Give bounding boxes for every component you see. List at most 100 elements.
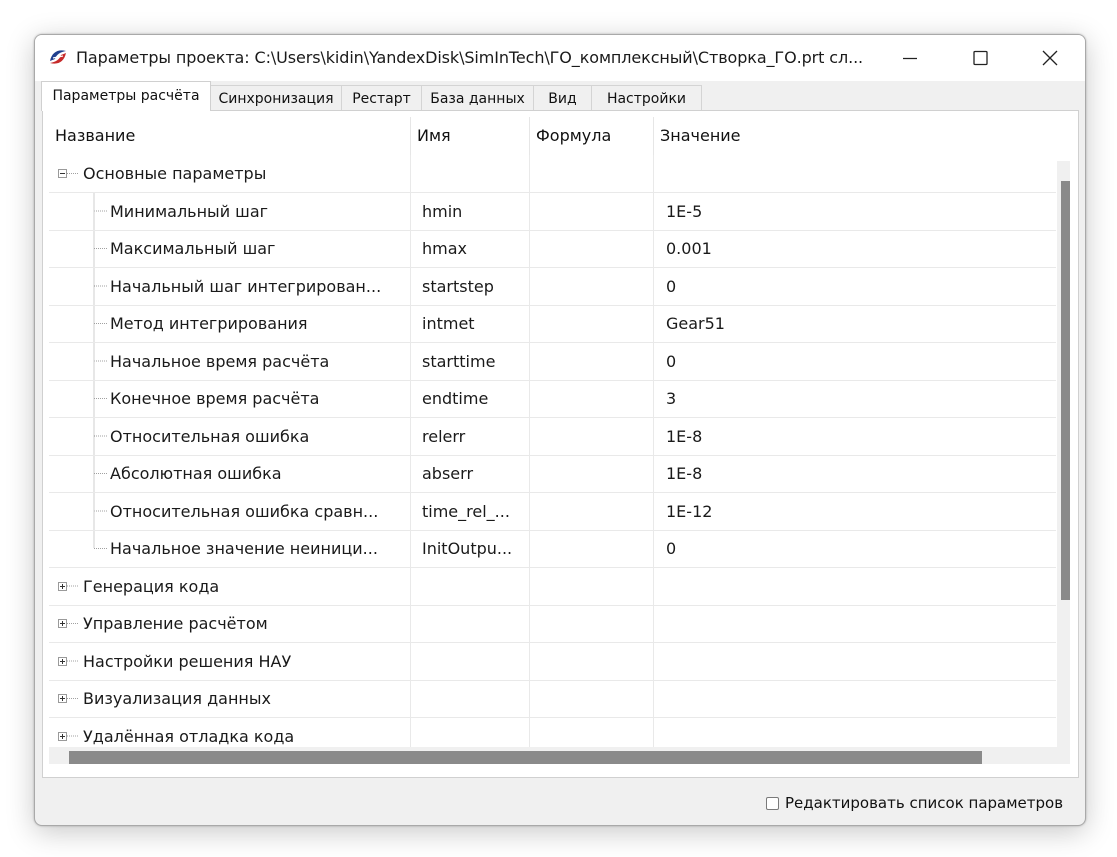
cell-value[interactable]: 0 <box>654 530 1056 567</box>
cell-value[interactable]: 0 <box>654 268 1056 305</box>
cell-var[interactable]: hmax <box>411 230 530 267</box>
cell-value[interactable] <box>654 605 1056 642</box>
cell-value[interactable]: 1E-5 <box>654 193 1056 230</box>
cell-formula[interactable] <box>530 567 654 605</box>
tab-calc-params[interactable]: Параметры расчёта <box>41 81 211 111</box>
cell-var[interactable]: endtime <box>411 380 530 417</box>
cell-formula[interactable] <box>530 155 654 192</box>
cell-formula[interactable] <box>530 717 654 747</box>
maximize-icon <box>973 50 988 66</box>
tree-group-row[interactable]: Основные параметры <box>49 155 1056 193</box>
tree-group-row[interactable]: Генерация кода <box>49 567 1056 606</box>
table-row[interactable]: Метод интегрирования intmet Gear51 <box>49 305 1056 343</box>
tab-database[interactable]: База данных <box>422 85 534 110</box>
cell-formula[interactable] <box>530 417 654 455</box>
table-row[interactable]: Начальное значение неиници... InitOutpu..… <box>49 530 1056 568</box>
project-parameters-window: Параметры проекта: C:\Users\kidin\Yandex… <box>34 34 1086 826</box>
cell-formula[interactable] <box>530 455 654 492</box>
cell-formula[interactable] <box>530 267 654 305</box>
cell-formula[interactable] <box>530 230 654 267</box>
cell-value[interactable]: 0 <box>654 343 1056 380</box>
param-title: Визуализация данных <box>83 689 271 708</box>
cell-formula[interactable] <box>530 192 654 230</box>
cell-value[interactable]: 1E-8 <box>654 418 1056 455</box>
table-row[interactable]: Конечное время расчёта endtime 3 <box>49 380 1056 418</box>
tree-group-row[interactable]: Настройки решения НАУ <box>49 642 1056 681</box>
cell-name: Удалённая отладка кода <box>49 717 411 747</box>
column-header-formula[interactable]: Формула <box>530 117 654 155</box>
title-bar[interactable]: Параметры проекта: C:\Users\kidin\Yandex… <box>35 35 1085 81</box>
cell-value[interactable]: 3 <box>654 380 1056 417</box>
tab-settings[interactable]: Настройки <box>592 85 702 110</box>
maximize-button[interactable] <box>945 35 1015 81</box>
column-header-value[interactable]: Значение <box>654 117 1070 155</box>
table-row[interactable]: Относительная ошибка сравн... time_rel_..… <box>49 492 1056 531</box>
cell-var[interactable]: abserr <box>411 455 530 492</box>
cell-var[interactable]: time_rel_... <box>411 492 530 530</box>
cell-formula[interactable] <box>530 380 654 417</box>
expand-icon[interactable] <box>58 581 67 591</box>
minimize-button[interactable] <box>875 35 945 81</box>
cell-formula[interactable] <box>530 305 654 342</box>
tab-sync[interactable]: Синхронизация <box>211 85 342 110</box>
cell-value[interactable] <box>654 718 1056 748</box>
cell-formula[interactable] <box>530 680 654 717</box>
cell-var[interactable]: starttime <box>411 342 530 380</box>
vertical-scrollbar[interactable] <box>1057 161 1070 747</box>
edit-parameter-list-checkbox[interactable]: Редактировать список параметров <box>766 794 1063 812</box>
cell-value[interactable]: 0.001 <box>654 230 1056 267</box>
cell-var[interactable] <box>411 605 530 642</box>
table-row[interactable]: Абсолютная ошибка abserr 1E-8 <box>49 455 1056 493</box>
column-header-var[interactable]: Имя <box>411 117 530 155</box>
tab-restart[interactable]: Рестарт <box>342 85 422 110</box>
cell-formula[interactable] <box>530 342 654 380</box>
cell-value[interactable] <box>654 643 1056 680</box>
cell-var[interactable] <box>411 642 530 680</box>
cell-name: Метод интегрирования <box>49 305 411 342</box>
tree-group-row[interactable]: Визуализация данных <box>49 680 1056 718</box>
cell-name: Основные параметры <box>49 155 411 192</box>
cell-var[interactable]: hmin <box>411 192 530 230</box>
horizontal-scroll-thumb[interactable] <box>69 751 982 764</box>
calc-params-panel: Название Имя Формула Значение Основные п… <box>42 110 1079 778</box>
cell-value[interactable] <box>654 568 1056 605</box>
cell-name: Визуализация данных <box>49 680 411 717</box>
tree-group-row[interactable]: Управление расчётом <box>49 605 1056 643</box>
tab-view[interactable]: Вид <box>534 85 592 110</box>
horizontal-scrollbar[interactable] <box>49 747 1070 764</box>
cell-value[interactable]: 1E-12 <box>654 493 1056 530</box>
table-row[interactable]: Максимальный шаг hmax 0.001 <box>49 230 1056 268</box>
cell-var[interactable] <box>411 717 530 747</box>
window-title: Параметры проекта: C:\Users\kidin\Yandex… <box>76 48 864 67</box>
table-row[interactable]: Начальный шаг интегрирован... startstep 0 <box>49 267 1056 306</box>
cell-value[interactable]: Gear51 <box>654 305 1056 342</box>
cell-formula[interactable] <box>530 642 654 680</box>
expand-icon[interactable] <box>58 656 67 666</box>
table-row[interactable]: Относительная ошибка relerr 1E-8 <box>49 417 1056 456</box>
cell-value[interactable]: 1E-8 <box>654 455 1056 492</box>
cell-formula[interactable] <box>530 492 654 530</box>
cell-formula[interactable] <box>530 605 654 642</box>
collapse-icon[interactable] <box>58 169 67 178</box>
table-row[interactable]: Начальное время расчёта starttime 0 <box>49 342 1056 381</box>
cell-value[interactable] <box>654 155 1056 192</box>
cell-value[interactable] <box>654 680 1056 717</box>
cell-var[interactable] <box>411 155 530 192</box>
parameters-tree-table[interactable]: Название Имя Формула Значение Основные п… <box>49 117 1070 747</box>
vertical-scroll-thumb[interactable] <box>1061 181 1070 600</box>
cell-formula[interactable] <box>530 530 654 567</box>
cell-var[interactable]: InitOutpu... <box>411 530 530 567</box>
cell-var[interactable]: intmet <box>411 305 530 342</box>
expand-icon[interactable] <box>58 731 67 741</box>
tree-group-row[interactable]: Удалённая отладка кода <box>49 717 1056 748</box>
cell-var[interactable] <box>411 567 530 605</box>
checkbox-box[interactable] <box>766 797 779 810</box>
expand-icon[interactable] <box>58 619 67 628</box>
param-title: Начальный шаг интегрирован... <box>110 276 382 296</box>
table-row[interactable]: Минимальный шаг hmin 1E-5 <box>49 192 1056 231</box>
cell-var[interactable] <box>411 680 530 717</box>
close-button[interactable] <box>1015 35 1085 81</box>
cell-var[interactable]: relerr <box>411 417 530 455</box>
cell-var[interactable]: startstep <box>411 267 530 305</box>
expand-icon[interactable] <box>58 694 67 703</box>
